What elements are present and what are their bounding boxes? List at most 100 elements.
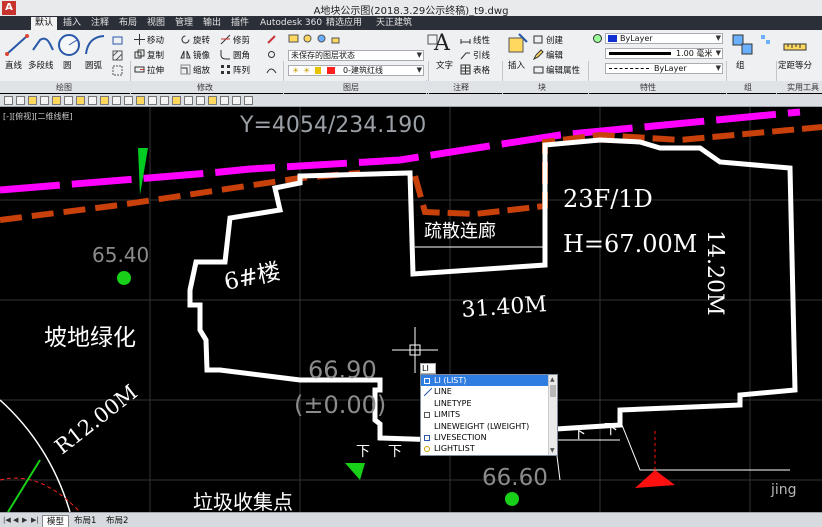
toolbar-icon[interactable] (64, 96, 73, 105)
first-layout-icon[interactable]: |◀ (3, 516, 11, 525)
tab-plugins[interactable]: 插件 (227, 17, 253, 30)
tab-autodesk-360[interactable]: Autodesk 360 (256, 17, 326, 30)
autocomplete-item[interactable]: LIGHTLIST (421, 443, 549, 454)
cad-drawing[interactable]: Y=4054/234.190 65.40 坡地绿化 6#楼 疏散连廊 23F/1… (0, 107, 822, 512)
leader-label[interactable]: 引线 (473, 49, 490, 61)
stretch-icon[interactable] (134, 64, 145, 75)
last-layout-icon[interactable]: ▶| (31, 516, 39, 525)
modify-array-label[interactable]: 阵列 (233, 64, 250, 76)
explode-icon[interactable] (266, 49, 277, 60)
copy-icon[interactable] (134, 49, 145, 60)
toolbar-icon[interactable] (100, 96, 109, 105)
scrollbar-thumb[interactable] (550, 385, 556, 397)
modify-rotate-label[interactable]: 旋转 (193, 34, 210, 46)
layer-properties-icon[interactable] (288, 33, 299, 44)
mirror-icon[interactable] (180, 49, 191, 60)
drawing-canvas[interactable]: Y=4054/234.190 65.40 坡地绿化 6#楼 疏散连廊 23F/1… (0, 107, 822, 512)
offset-icon[interactable] (266, 64, 277, 75)
autocomplete-item[interactable]: LI (LIST) (421, 375, 549, 387)
prev-layout-icon[interactable]: ◀ (13, 516, 21, 525)
panel-title-annotation[interactable]: 注释 (453, 82, 469, 93)
tab-manage[interactable]: 管理 (171, 17, 197, 30)
rotate-icon[interactable] (180, 34, 191, 45)
edit-attributes-icon[interactable] (533, 64, 544, 75)
autocomplete-scrollbar[interactable]: ▲ ▼ (548, 375, 557, 455)
next-layout-icon[interactable]: ▶ (22, 516, 30, 525)
measure-icon[interactable] (782, 34, 808, 60)
toolbar-icon[interactable] (112, 96, 121, 105)
ungroup-icon[interactable] (760, 34, 771, 45)
match-properties-icon[interactable] (592, 33, 603, 44)
layer-state-combo[interactable]: 未保存的图层状态 ▼ (288, 50, 424, 61)
toolbar-icon[interactable] (148, 96, 157, 105)
toolbar-icon[interactable] (160, 96, 169, 105)
layer-lock-icon[interactable] (330, 33, 341, 44)
move-icon[interactable] (134, 34, 145, 45)
tab-layout[interactable]: 布局 (115, 17, 141, 30)
scroll-up-icon[interactable]: ▲ (550, 376, 555, 383)
toolbar-icon[interactable] (220, 96, 229, 105)
panel-title-utilities[interactable]: 实用工具 (787, 82, 819, 93)
toolbar-icon[interactable] (28, 96, 37, 105)
create-block-label[interactable]: 创建 (546, 34, 563, 46)
tab-default[interactable]: 默认 (31, 17, 58, 30)
scroll-down-icon[interactable]: ▼ (550, 447, 555, 454)
tab-output[interactable]: 输出 (199, 17, 225, 30)
autocomplete-item[interactable]: LINE (421, 386, 549, 397)
tab-tangent[interactable]: 天正建筑 (372, 17, 416, 30)
panel-title-draw[interactable]: 绘图 (56, 82, 72, 93)
circle-tool-icon[interactable] (56, 32, 82, 58)
autocomplete-item[interactable]: LIVESECTION (421, 432, 549, 443)
fillet-icon[interactable] (220, 49, 231, 60)
panel-title-groups[interactable]: 组 (744, 82, 752, 93)
current-layer-combo[interactable]: ☀ ☀ 0-建筑红线 ▼ (288, 65, 424, 76)
tab-layout-1[interactable]: 布局1 (70, 515, 100, 527)
edit-attributes-label[interactable]: 编辑属性 (546, 64, 580, 76)
arc-tool-icon[interactable] (82, 32, 108, 58)
layer-freeze-icon[interactable] (316, 33, 327, 44)
edit-block-label[interactable]: 编辑 (546, 49, 563, 61)
linetype-combo[interactable]: ByLayer ▼ (605, 63, 723, 74)
tab-featured-apps[interactable]: 精选应用 (322, 17, 366, 30)
hatch-tool-icon[interactable] (112, 50, 123, 61)
autocomplete-item[interactable]: LINEWEIGHT (LWEIGHT) (421, 421, 549, 432)
tab-layout-2[interactable]: 布局2 (102, 515, 132, 527)
text-tool-icon[interactable]: A (434, 31, 450, 56)
dynamic-command-input[interactable]: LI (420, 363, 436, 374)
toolbar-icon[interactable] (244, 96, 253, 105)
modify-scale-label[interactable]: 缩放 (193, 64, 210, 76)
tab-model[interactable]: 模型 (42, 515, 70, 527)
modify-mirror-label[interactable]: 镜像 (193, 49, 210, 61)
toolbar-icon[interactable] (76, 96, 85, 105)
tab-insert[interactable]: 插入 (59, 17, 85, 30)
command-autocomplete-list[interactable]: LI (LIST) LINE LINETYPE LIMITS LINEWEIGH… (420, 374, 558, 456)
group-icon[interactable] (730, 32, 756, 58)
trim-icon[interactable] (220, 34, 231, 45)
viewport-controls-label[interactable]: [-][俯视][二维线框] (3, 111, 73, 122)
tab-annotate[interactable]: 注释 (87, 17, 113, 30)
toolbar-icon[interactable] (136, 96, 145, 105)
autocomplete-item[interactable]: LINETYPE (421, 398, 549, 409)
toolbar-icon[interactable] (4, 96, 13, 105)
panel-title-layers[interactable]: 图层 (343, 82, 359, 93)
create-block-icon[interactable] (533, 34, 544, 45)
toolbar-icon[interactable] (184, 96, 193, 105)
layer-state-icon[interactable] (302, 33, 313, 44)
region-tool-icon[interactable] (112, 65, 123, 76)
modify-fillet-label[interactable]: 圆角 (233, 49, 250, 61)
panel-title-block[interactable]: 块 (538, 82, 546, 93)
tab-view[interactable]: 视图 (143, 17, 169, 30)
modify-copy-label[interactable]: 复制 (147, 49, 164, 61)
toolbar-icon[interactable] (52, 96, 61, 105)
toolbar-icon[interactable] (124, 96, 133, 105)
table-icon[interactable] (460, 64, 471, 75)
rectangle-tool-icon[interactable] (112, 35, 123, 46)
toolbar-icon[interactable] (88, 96, 97, 105)
lineweight-combo[interactable]: 1.00 毫米 ▼ (605, 48, 723, 59)
leader-icon[interactable] (460, 49, 471, 60)
line-tool-icon[interactable] (4, 32, 30, 58)
erase-icon[interactable] (266, 34, 277, 45)
toolbar-icon[interactable] (232, 96, 241, 105)
linear-dimension-icon[interactable] (460, 34, 471, 45)
polyline-tool-icon[interactable] (30, 32, 56, 58)
